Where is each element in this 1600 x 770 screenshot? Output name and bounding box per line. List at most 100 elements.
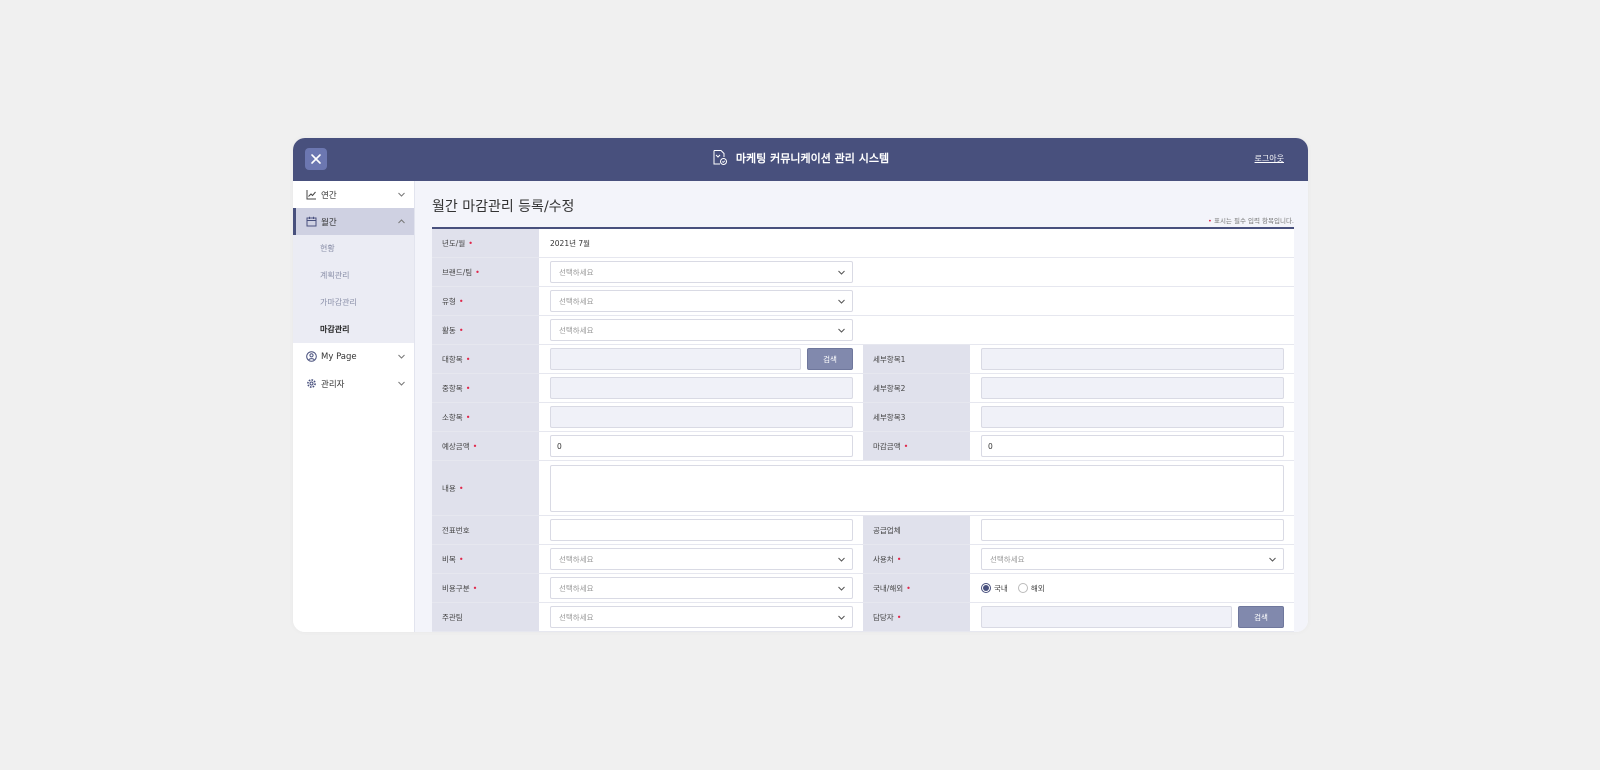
field-label: 예상금액 • (432, 432, 539, 460)
field-label: 비목 • (432, 545, 539, 573)
brand-team-select[interactable]: 선택하세요 (550, 261, 853, 283)
chevron-down-icon (398, 192, 405, 197)
field-label: 전표번호 (432, 516, 539, 544)
sidebar-item-label: 연간 (321, 190, 337, 201)
chevron-down-icon (838, 557, 845, 562)
sidebar-subitem-provisional-closing[interactable]: 가마감관리 (293, 289, 414, 316)
activity-select[interactable]: 선택하세요 (550, 319, 853, 341)
domestic-overseas-radio-group: 국내 해외 (981, 583, 1045, 594)
field-label: 유형 • (432, 287, 539, 315)
field-label: 년도/월 • (432, 229, 539, 257)
major-item-search-button[interactable]: 검색 (807, 348, 853, 370)
manager-input[interactable] (981, 606, 1232, 628)
form-row-amounts: 예상금액 • 0 마감금액 • 0 (432, 432, 1294, 461)
form-row-middle-item: 중항목 • 세부항목2 (432, 374, 1294, 403)
chevron-down-icon (838, 270, 845, 275)
detail2-input[interactable] (981, 377, 1284, 399)
closing-amount-input[interactable]: 0 (981, 435, 1284, 457)
chevron-down-icon (838, 615, 845, 620)
app-window: 마케팅 커뮤니케이션 관리 시스템 로그아웃 연간 월간 현황 계획관리 가마감… (293, 138, 1308, 632)
chevron-down-icon (398, 354, 405, 359)
field-label: 담당자 • (863, 603, 970, 631)
chevron-down-icon (1269, 557, 1276, 562)
closing-form: 년도/월• 2021년 7월 브랜드/팀• 선택하세요 유형• 선택하세요 (432, 227, 1294, 632)
field-label: 세부항목3 (863, 403, 970, 431)
expense-category-select[interactable]: 선택하세요 (550, 577, 853, 599)
field-label: 비용구분 • (432, 574, 539, 602)
chevron-down-icon (838, 586, 845, 591)
form-row-minor-item: 소항목 • 세부항목3 (432, 403, 1294, 432)
form-row-activity: 활동 • 선택하세요 (432, 316, 1294, 345)
field-label: 세부항목2 (863, 374, 970, 402)
required-note-text: 표시는 필수 입력 항목입니다. (1213, 217, 1294, 225)
slip-number-input[interactable] (550, 519, 853, 541)
sidebar-subitem-status[interactable]: 현황 (293, 235, 414, 262)
chevron-down-icon (838, 299, 845, 304)
radio-dot (1017, 583, 1028, 593)
sidebar-item-label: My Page (321, 351, 357, 362)
chevron-down-icon (398, 381, 405, 386)
required-mark: • (1208, 217, 1212, 225)
required-note: • 표시는 필수 입력 항목입니다. (1208, 215, 1294, 225)
gear-icon (305, 378, 317, 390)
radio-overseas[interactable]: 해외 (1017, 583, 1045, 594)
field-label: 마감금액 • (863, 432, 970, 460)
type-select[interactable]: 선택하세요 (550, 290, 853, 312)
field-label: 국내/해외 • (863, 574, 970, 602)
field-label: 세부항목1 (863, 345, 970, 373)
sidebar-subitem-closing[interactable]: 마감관리 (293, 316, 414, 343)
calendar-icon (305, 216, 317, 228)
form-row-year-month: 년도/월 • 2021년 7월 (432, 229, 1294, 258)
field-label: 주관팀 (432, 603, 539, 631)
field-label: 활동 • (432, 316, 539, 344)
form-row-team-manager: 주관팀 선택하세요 담당자 • 검색 (432, 603, 1294, 632)
minor-item-input[interactable] (550, 406, 853, 428)
field-label: 대항목 • (432, 345, 539, 373)
usage-place-select[interactable]: 선택하세요 (981, 548, 1284, 570)
year-month-value: 2021년 7월 (550, 238, 591, 248)
field-label: 사용처 • (863, 545, 970, 573)
form-row-major-item: 대항목 • 검색 세부항목1 (432, 345, 1294, 374)
app-title: 마케팅 커뮤니케이션 관리 시스템 (293, 149, 1308, 166)
sidebar-item-mypage[interactable]: My Page (293, 343, 414, 370)
field-label: 소항목 • (432, 403, 539, 431)
expense-item-select[interactable]: 선택하세요 (550, 548, 853, 570)
sidebar-item-annual[interactable]: 연간 (293, 181, 414, 208)
sidebar-item-admin[interactable]: 관리자 (293, 370, 414, 397)
manager-search-button[interactable]: 검색 (1238, 606, 1284, 628)
detail1-input[interactable] (981, 348, 1284, 370)
sidebar: 연간 월간 현황 계획관리 가마감관리 마감관리 My Page 관리자 (293, 181, 415, 632)
main-content: 월간 마감관리 등록/수정 • 표시는 필수 입력 항목입니다. 년도/월 • 2… (415, 181, 1308, 632)
radio-dot (981, 583, 991, 593)
major-item-input[interactable] (550, 348, 801, 370)
field-label: 내용 • (432, 461, 539, 515)
radio-domestic[interactable]: 국내 (981, 583, 1008, 594)
field-label: 브랜드/팀 • (432, 258, 539, 286)
form-row-category-region: 비용구분 • 선택하세요 국내/해외 • 국내 해외 (432, 574, 1294, 603)
line-chart-icon (305, 189, 317, 201)
expected-amount-input[interactable]: 0 (550, 435, 853, 457)
form-row-slip-supplier: 전표번호 공급업체 (432, 516, 1294, 545)
detail3-input[interactable] (981, 406, 1284, 428)
middle-item-input[interactable] (550, 377, 853, 399)
form-row-brand-team: 브랜드/팀 • 선택하세요 (432, 258, 1294, 287)
chevron-down-icon (838, 328, 845, 333)
sidebar-subitem-plan[interactable]: 계획관리 (293, 262, 414, 289)
field-label: 공급업체 (863, 516, 970, 544)
field-label: 중항목 • (432, 374, 539, 402)
document-chart-icon (713, 150, 727, 165)
sidebar-item-label: 관리자 (321, 379, 345, 390)
lead-team-select[interactable]: 선택하세요 (550, 606, 853, 628)
content-textarea[interactable] (550, 464, 1284, 512)
app-title-text: 마케팅 커뮤니케이션 관리 시스템 (735, 151, 890, 165)
form-row-type: 유형 • 선택하세요 (432, 287, 1294, 316)
supplier-input[interactable] (981, 519, 1284, 541)
logout-link[interactable]: 로그아웃 (1255, 153, 1284, 164)
app-header: 마케팅 커뮤니케이션 관리 시스템 로그아웃 (293, 138, 1308, 181)
form-row-expense-usage: 비목 • 선택하세요 사용처 • 선택하세요 (432, 545, 1294, 574)
page-title: 월간 마감관리 등록/수정 (432, 199, 575, 215)
chevron-up-icon (398, 219, 405, 224)
sidebar-submenu: 현황 계획관리 가마감관리 마감관리 (293, 235, 414, 343)
user-circle-icon (305, 351, 317, 363)
sidebar-item-monthly[interactable]: 월간 (293, 208, 414, 235)
